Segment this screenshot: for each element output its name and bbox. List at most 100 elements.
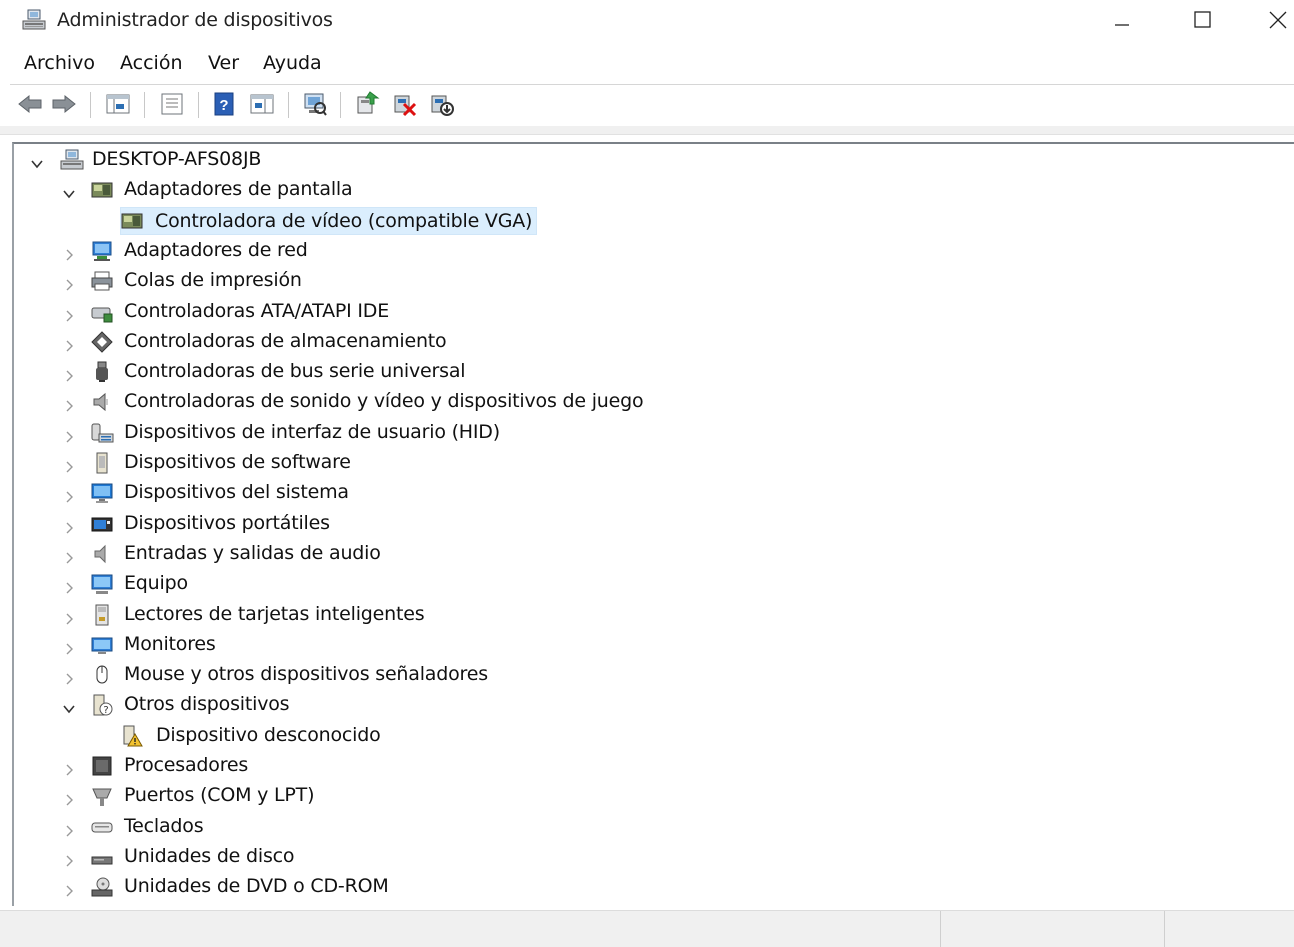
speaker-icon	[90, 390, 114, 414]
expand-chevron-icon[interactable]	[62, 396, 76, 412]
expand-chevron-icon[interactable]	[62, 851, 76, 867]
scan-hardware-button[interactable]	[300, 88, 328, 120]
svg-text:?: ?	[219, 97, 228, 114]
expand-chevron-icon[interactable]	[62, 487, 76, 503]
tree-node-otros-dispositivos[interactable]: ? Otros dispositivos	[14, 691, 1284, 719]
software-device-icon	[90, 451, 114, 475]
expand-chevron-icon[interactable]	[62, 275, 76, 291]
tree-root[interactable]: DESKTOP-AFS08JB	[14, 146, 1284, 174]
dvd-drive-icon	[90, 875, 114, 899]
update-driver-button[interactable]	[352, 88, 380, 120]
tree-node-dispositivos-de-software-label: Dispositivos de software	[124, 451, 351, 473]
tree-node-procesadores-label: Procesadores	[124, 754, 249, 776]
minimize-icon	[1115, 24, 1129, 26]
back-button[interactable]	[16, 88, 44, 120]
expand-chevron-icon[interactable]	[62, 881, 76, 897]
toolbar-separator	[90, 92, 91, 118]
forward-arrow-icon	[52, 94, 76, 114]
close-button[interactable]	[1244, 0, 1294, 40]
expand-chevron-icon[interactable]	[62, 518, 76, 534]
expand-chevron-icon[interactable]	[62, 366, 76, 382]
tree-node-controladoras-de-almacenamiento[interactable]: Controladoras de almacenamiento	[14, 328, 1284, 356]
tree-node-equipo[interactable]: Equipo	[14, 570, 1284, 598]
tree-node-dispositivos-del-sistema[interactable]: Dispositivos del sistema	[14, 479, 1284, 507]
properties-icon	[161, 93, 183, 115]
tree-node-procesadores[interactable]: Procesadores	[14, 752, 1284, 780]
menu-ver[interactable]: Ver	[206, 52, 241, 74]
maximize-button[interactable]	[1168, 0, 1240, 40]
portable-device-icon	[90, 512, 114, 536]
uninstall-device-button[interactable]	[390, 88, 418, 120]
expand-chevron-icon[interactable]	[62, 578, 76, 594]
tree-node-lectores-de-tarjetas-inteligentes[interactable]: Lectores de tarjetas inteligentes	[14, 601, 1284, 629]
collapse-chevron-icon[interactable]	[30, 154, 44, 169]
tree-node-colas-de-impresion[interactable]: Colas de impresión	[14, 267, 1284, 295]
expand-chevron-icon[interactable]	[62, 457, 76, 473]
tree-node-dispositivos-de-interfaz-de-usuario-hid[interactable]: Dispositivos de interfaz de usuario (HID…	[14, 419, 1284, 447]
ide-controller-icon	[90, 300, 114, 324]
display-adapter-icon	[120, 209, 144, 233]
tree-node-unidades-de-disco[interactable]: Unidades de disco	[14, 843, 1284, 871]
device-tree[interactable]: DESKTOP-AFS08JB Adaptadores de pantalla Co…	[12, 142, 1294, 906]
collapse-chevron-icon[interactable]	[62, 184, 76, 199]
expand-chevron-icon[interactable]	[62, 609, 76, 624]
minimize-button[interactable]	[1088, 0, 1160, 40]
expand-chevron-icon[interactable]	[62, 821, 76, 837]
expand-chevron-icon[interactable]	[62, 427, 76, 443]
expand-chevron-icon[interactable]	[62, 245, 76, 261]
collapse-chevron-icon[interactable]	[62, 699, 76, 714]
expand-chevron-icon[interactable]	[62, 306, 76, 321]
tree-node-puertos-com-y-lpt[interactable]: Puertos (COM y LPT)	[14, 782, 1284, 810]
tree-leaf-dispositivo-desconocido[interactable]: Dispositivo desconocido	[14, 722, 1284, 750]
properties-button[interactable]	[158, 88, 186, 120]
menu-bar: Archivo Acción Ver Ayuda	[0, 48, 1294, 80]
tree-leaf-controladora-de-video-compatible-vga[interactable]: Controladora de vídeo (compatible VGA)	[14, 206, 1284, 235]
tree-node-teclados[interactable]: Teclados	[14, 813, 1284, 841]
computer-root-icon	[60, 148, 84, 172]
toolbar: ?	[0, 88, 1294, 122]
print-queue-icon	[90, 269, 114, 293]
window-title: Administrador de dispositivos	[57, 9, 333, 31]
expand-chevron-icon[interactable]	[62, 790, 76, 806]
show-hide-console-tree-icon	[106, 94, 130, 114]
tree-node-adaptadores-de-red[interactable]: Adaptadores de red	[14, 237, 1284, 265]
port-icon	[90, 784, 114, 808]
disable-device-button[interactable]	[428, 88, 456, 120]
tree-node-unidades-de-dvd-o-cd-rom[interactable]: Unidades de DVD o CD-ROM	[14, 873, 1284, 901]
status-cell	[1164, 911, 1294, 947]
tree-node-mouse-y-otros-dispositivos-senaladores[interactable]: Mouse y otros dispositivos señaladores	[14, 661, 1284, 689]
show-hide-tree-button[interactable]	[104, 88, 132, 120]
smart-card-reader-icon	[90, 603, 114, 627]
tree-root-label: DESKTOP-AFS08JB	[92, 148, 262, 170]
menu-ayuda[interactable]: Ayuda	[261, 52, 324, 74]
monitor-icon	[90, 633, 114, 657]
expand-chevron-icon[interactable]	[62, 760, 76, 776]
tree-node-controladoras-ata-atapi-ide[interactable]: Controladoras ATA/ATAPI IDE	[14, 298, 1284, 326]
hid-icon	[90, 421, 114, 445]
expand-chevron-icon[interactable]	[62, 639, 76, 655]
forward-button[interactable]	[50, 88, 78, 120]
audio-io-icon	[90, 542, 114, 566]
tree-node-adaptadores-de-pantalla-label: Adaptadores de pantalla	[124, 178, 353, 201]
tree-node-controladoras-de-bus-serie-universal[interactable]: Controladoras de bus serie universal	[14, 358, 1284, 386]
expand-chevron-icon[interactable]	[62, 336, 76, 352]
tree-node-controladoras-de-sonido-y-video-y-dispositivos-de-juego[interactable]: Controladoras de sonido y vídeo y dispos…	[14, 388, 1284, 416]
tree-node-entradas-y-salidas-de-audio[interactable]: Entradas y salidas de audio	[14, 540, 1284, 568]
tree-node-controladoras-de-almacenamiento-label: Controladoras de almacenamiento	[124, 329, 447, 352]
tree-node-mouse-y-otros-dispositivos-senaladores-label: Mouse y otros dispositivos señaladores	[124, 663, 488, 686]
back-arrow-icon	[18, 94, 42, 114]
computer-icon	[90, 572, 114, 596]
expand-chevron-icon[interactable]	[62, 548, 76, 564]
menu-accion[interactable]: Acción	[118, 52, 185, 74]
tree-node-adaptadores-de-pantalla[interactable]: Adaptadores de pantalla	[14, 176, 1284, 204]
network-adapter-icon	[90, 239, 114, 263]
action-pane-button[interactable]	[248, 88, 276, 120]
tree-node-monitores[interactable]: Monitores	[14, 631, 1284, 659]
tree-node-controladoras-ata-atapi-ide-label: Controladoras ATA/ATAPI IDE	[124, 299, 390, 322]
menu-archivo[interactable]: Archivo	[22, 52, 97, 74]
tree-node-dispositivos-portatiles[interactable]: Dispositivos portátiles	[14, 510, 1284, 538]
tree-node-dispositivos-de-software[interactable]: Dispositivos de software	[14, 449, 1284, 477]
maximize-icon	[1194, 11, 1211, 28]
expand-chevron-icon[interactable]	[62, 669, 76, 685]
help-button[interactable]: ?	[210, 88, 238, 120]
